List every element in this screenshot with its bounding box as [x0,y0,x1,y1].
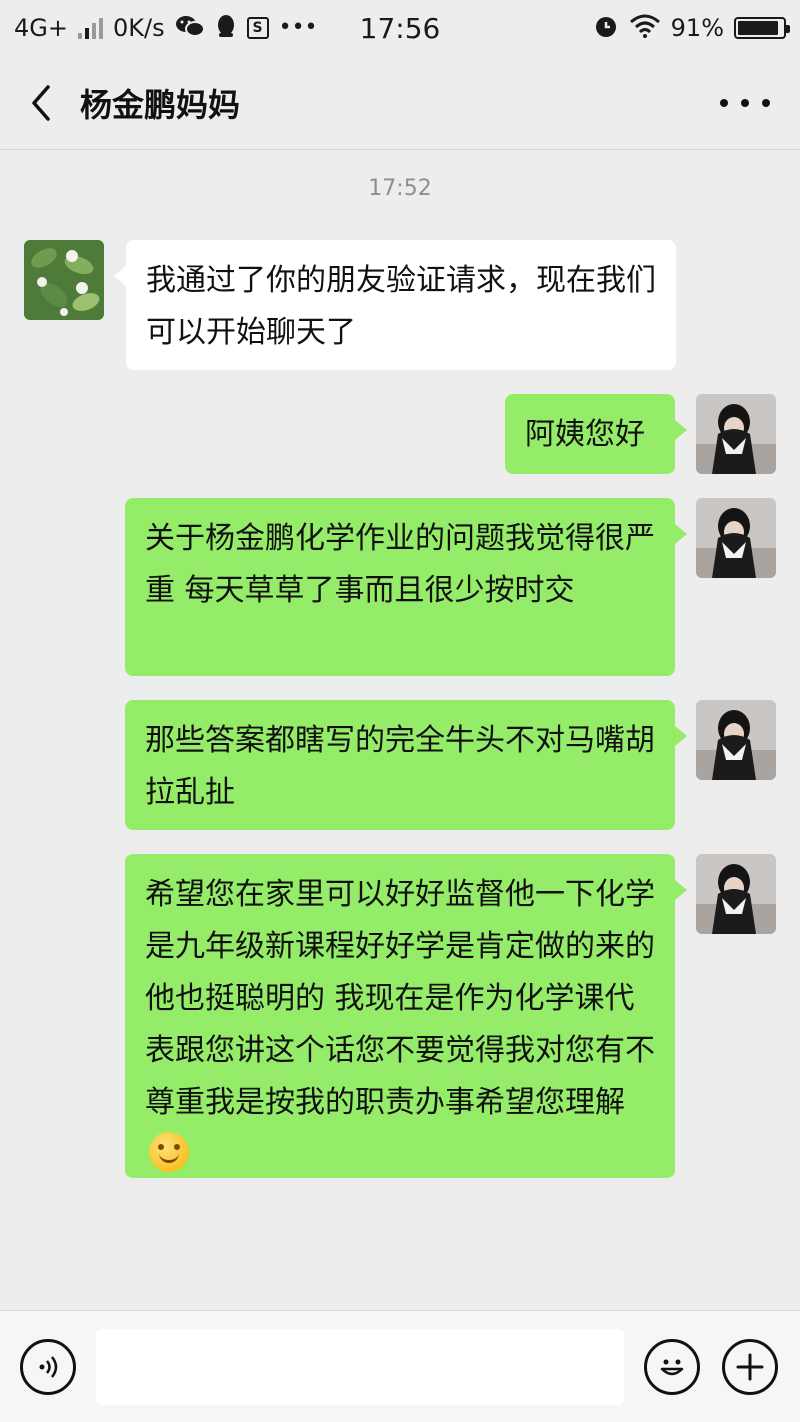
sent-message-bubble[interactable]: 希望您在家里可以好好监督他一下化学是九年级新课程好好学是肯定做的来的他也挺聪明的… [125,854,687,1178]
wifi-icon [629,14,661,43]
girl-avatar[interactable] [696,700,776,780]
message-text: 阿姨您好 [525,417,645,452]
back-arrow-icon[interactable] [0,56,80,150]
status-left: 4G+ 0K/s S ••• [14,14,344,43]
status-bar: 4G+ 0K/s S ••• 17:56 91% [0,0,800,56]
smile-emoji [149,1132,189,1172]
alarm-icon [593,13,619,44]
message-text: 我通过了你的朋友验证请求，现在我们可以开始聊天了 [146,263,656,350]
sent-message-bubble[interactable]: 那些答案都瞎写的完全牛头不对马嘴胡拉乱扯 [125,700,687,830]
message-text: 希望您在家里可以好好监督他一下化学是九年级新课程好好学是肯定做的来的他也挺聪明的… [145,877,655,1120]
message-input[interactable] [96,1329,624,1405]
message-text: 关于杨金鹏化学作业的问题我觉得很严重 每天草草了事而且很少按时交 [145,521,655,608]
signal-icon [77,17,103,39]
message-timestamp: 17:52 [368,176,432,201]
girl-avatar[interactable] [696,394,776,474]
battery-icon [734,17,790,39]
wechat-icon [175,14,205,43]
sent-message-bubble[interactable]: 关于杨金鹏化学作业的问题我觉得很严重 每天草草了事而且很少按时交 [125,498,687,676]
emoji-icon[interactable] [644,1339,700,1395]
qq-penguin-icon [215,14,237,43]
s-app-icon: S [246,17,269,39]
chat-header: 杨金鹏妈妈 [0,56,800,150]
chat-title: 杨金鹏妈妈 [80,85,241,124]
girl-avatar[interactable] [696,498,776,578]
message-text: 那些答案都瞎写的完全牛头不对马嘴胡拉乱扯 [145,723,655,810]
more-notifications-icon: ••• [278,15,318,40]
network-type: 4G+ [14,14,68,42]
battery-fill [738,21,778,35]
more-dots-icon[interactable] [720,88,770,118]
status-right: 91% [593,13,790,44]
voice-icon[interactable] [20,1339,76,1395]
sent-message-bubble[interactable]: 阿姨您好 [505,394,687,474]
network-speed: 0K/s [112,14,165,42]
leaves-avatar[interactable] [24,240,104,320]
battery-percent: 91% [670,14,724,42]
plus-icon[interactable] [722,1339,778,1395]
input-bar [0,1310,800,1422]
girl-avatar[interactable] [696,854,776,934]
received-message-bubble[interactable]: 我通过了你的朋友验证请求，现在我们可以开始聊天了 [114,240,676,370]
